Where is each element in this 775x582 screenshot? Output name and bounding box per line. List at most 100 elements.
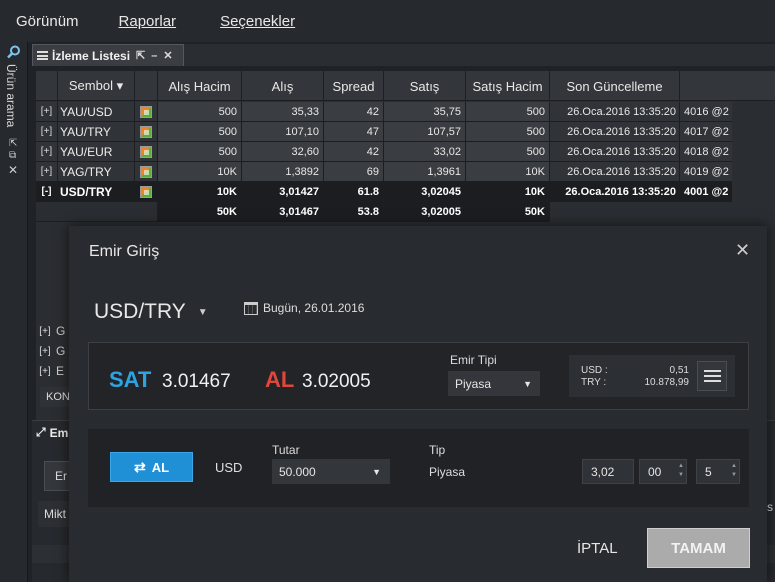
table-row[interactable]: [+] YAU/TRY 500 107,10 47 107,57 500 26.… [36,122,775,142]
usd-balance: USD : 0,51 [581,365,689,376]
expand-toggle[interactable]: [+] [36,162,58,182]
sell-price[interactable]: 3.01467 [162,371,231,393]
collapse-toggle[interactable]: [-] [36,182,58,202]
expand-toggle[interactable]: [+] [36,122,58,142]
buy-price[interactable]: 3.02005 [302,371,371,393]
balance-box: USD : 0,51 TRY : 10.878,99 [569,355,735,397]
stepper-arrows-icon[interactable]: ▲ ▼ [678,462,684,480]
instrument-flag-icon [140,165,152,178]
row-bid-volume: 500 [158,102,242,122]
undock-icon[interactable]: ⇱ [136,49,145,62]
cancel-button[interactable]: İPTAL [577,540,618,557]
value-date[interactable]: Bugün, 26.01.2016 [244,301,364,315]
row-last-update: 26.Oca.2016 13:35:20 [550,182,680,202]
menu-view[interactable]: Görünüm [16,13,79,30]
menu-icon[interactable] [37,51,48,60]
instrument-icon [135,182,158,202]
subrow-spread: 53.8 [324,202,384,222]
row-symbol: YAU/USD [58,102,135,122]
tab-kon[interactable]: KON [40,387,72,407]
row-last-update: 26.Oca.2016 13:35:20 [550,162,680,182]
row-symbol: YAG/TRY [58,162,135,182]
header-symbol[interactable]: Sembol ▾ [58,71,135,101]
table-row[interactable]: [+] YAU/EUR 500 32,60 42 33,02 500 26.Oc… [36,142,775,162]
price-decimal-stepper[interactable]: 00 ▲ ▼ [639,459,687,484]
close-icon[interactable]: ✕ [163,49,172,62]
order-type-label: Emir Tipi [450,353,497,367]
order-type-select[interactable]: Piyasa ▼ [448,371,540,396]
subrow-bid-volume: 50K [158,202,242,222]
cut-off-text: s [767,500,773,514]
buy-sell-toggle-label: AL [151,459,170,475]
close-icon[interactable]: ✕ [8,163,18,177]
stepper-arrows-icon[interactable]: ▲ ▼ [731,462,737,480]
instrument-flag-icon [140,125,152,138]
list-item[interactable]: [+] E [36,361,70,381]
row-spread: 69 [324,162,384,182]
grid-header: Sembol ▾ Alış Hacim Alış Spread Satış Sa… [36,71,775,101]
price-box: SAT 3.01467 AL 3.02005 Emir Tipi Piyasa … [88,342,749,410]
tab-watchlist-label: İzleme Listesi [52,48,131,63]
header-ask-volume[interactable]: Satış Hacim [466,71,550,101]
table-row-selected[interactable]: [-] USD/TRY 10K 3,01427 61.8 3,02045 10K… [36,182,775,202]
expand-toggle[interactable]: [+] [36,346,54,357]
price-pip-value: 5 [705,464,712,479]
price-input-value: 3,02 [591,464,615,479]
chevron-down-icon: ▼ [197,306,208,318]
price-input[interactable]: 3,02 [582,459,634,484]
ok-button[interactable]: TAMAM [647,528,750,568]
popout-icon[interactable]: ⧉ [9,150,16,161]
close-icon[interactable]: ✕ [735,240,750,261]
minimize-icon[interactable]: – [151,50,157,62]
expand-toggle[interactable]: [+] [36,366,54,377]
product-search-label[interactable]: Ürün arama [4,64,18,127]
list-item[interactable]: [+] G [36,321,70,341]
expand-toggle[interactable]: [+] [36,102,58,122]
row-extra: 4017 @2 [680,122,732,142]
list-item[interactable]: [+] G [36,341,70,361]
usd-balance-label: USD : [581,365,608,376]
expand-icon[interactable]: ⤢ [36,425,46,440]
tab-watchlist[interactable]: İzleme Listesi ⇱ – ✕ [32,44,184,66]
list-icon[interactable] [697,361,727,391]
row-ask: 33,02 [384,142,466,162]
expand-toggle[interactable]: [+] [36,326,54,337]
row-bid-volume: 500 [158,142,242,162]
header-ask[interactable]: Satış [384,71,466,101]
expand-toggle[interactable]: [+] [36,142,58,162]
row-symbol: E [56,364,65,378]
table-subrow[interactable]: 50K 3,01467 53.8 3,02005 50K [36,202,775,222]
menu-options[interactable]: Seçenekler [220,13,295,30]
row-spread: 47 [324,122,384,142]
row-bid: 107,10 [242,122,324,142]
amount-label: Tutar [272,443,300,457]
table-row[interactable]: [+] YAG/TRY 10K 1,3892 69 1,3961 10K 26.… [36,162,775,182]
table-row[interactable]: [+] YAU/USD 500 35,33 42 35,75 500 26.Oc… [36,102,775,122]
row-last-update: 26.Oca.2016 13:35:20 [550,102,680,122]
product-search-strip: Ürün arama ⇱ ⧉ ✕ [0,42,28,582]
buy-label[interactable]: AL [265,367,294,393]
row-spread: 61.8 [324,182,384,202]
usd-balance-value: 0,51 [669,365,689,376]
symbol-select[interactable]: USD/TRY ▼ [94,300,208,324]
date-value: 26.01.2016 [304,301,365,315]
watchlist-lower-rows: [+] G [+] G [+] E [36,321,70,381]
row-ask: 107,57 [384,122,466,142]
sell-label[interactable]: SAT [109,367,151,393]
header-bid[interactable]: Alış [242,71,324,101]
header-spread[interactable]: Spread [324,71,384,101]
amount-select[interactable]: 50.000 ▼ [272,459,390,484]
row-spread: 42 [324,142,384,162]
subrow-bid: 3,01467 [242,202,324,222]
header-icon [135,71,158,101]
dialog-title: Emir Giriş [89,243,160,260]
pin-icon[interactable]: ⇱ [9,138,17,149]
header-bid-volume[interactable]: Alış Hacim [158,71,242,101]
row-ask-volume: 500 [466,122,550,142]
header-last-update[interactable]: Son Güncelleme [550,71,680,101]
buy-sell-toggle-button[interactable]: ⇄ AL [110,452,193,482]
menu-reports[interactable]: Raporlar [119,13,177,30]
type-value: Piyasa [429,465,466,479]
price-pip-stepper[interactable]: 5 ▲ ▼ [696,459,740,484]
search-icon[interactable] [7,45,21,59]
